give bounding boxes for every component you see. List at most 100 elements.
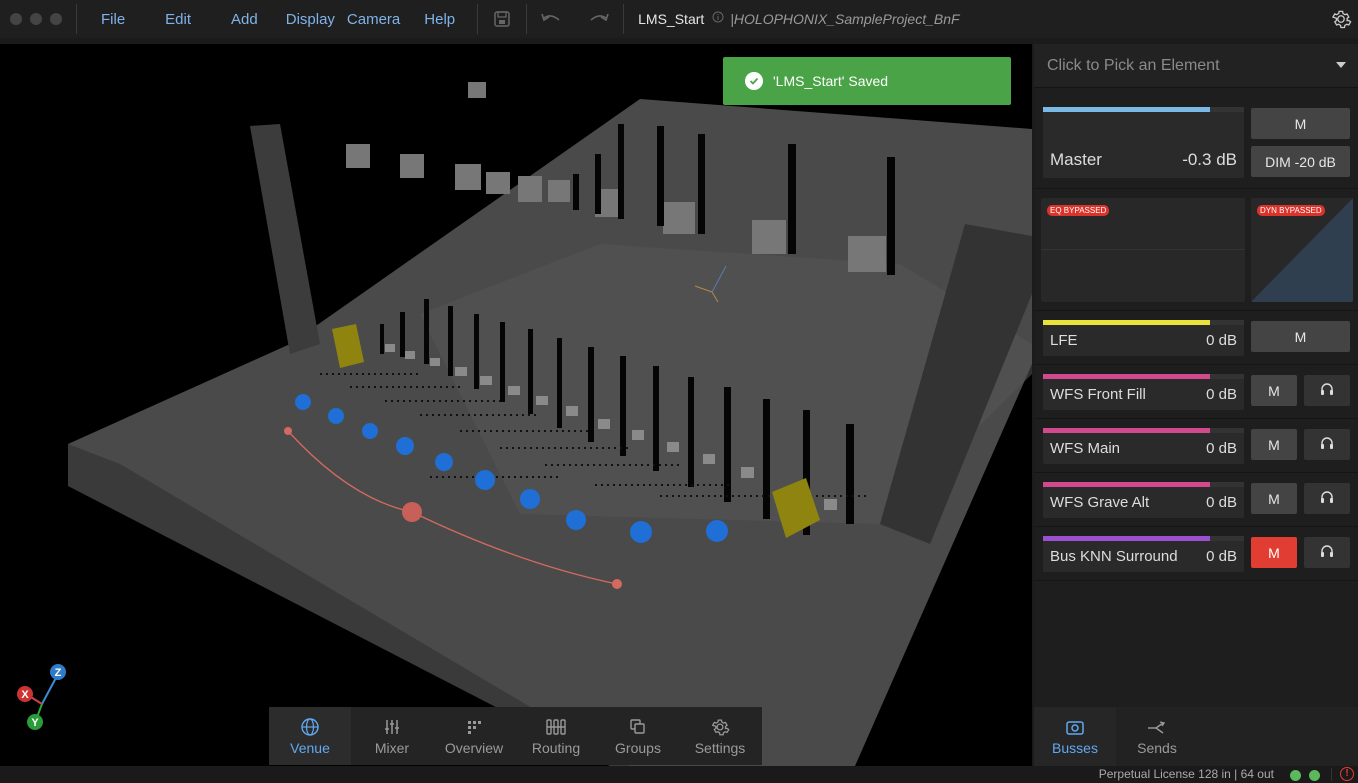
sliders-icon	[383, 716, 401, 738]
caret-down-icon	[1336, 62, 1346, 68]
svg-text:Y: Y	[31, 717, 39, 729]
tab-label: Groups	[615, 740, 661, 756]
bus-mute-button[interactable]: M	[1251, 537, 1297, 568]
meter-fill	[1043, 482, 1210, 487]
dynamics-display[interactable]: DYN BYPASSED	[1251, 198, 1353, 302]
headphones-solo-button[interactable]	[1304, 375, 1350, 406]
headphones-solo-button[interactable]	[1304, 483, 1350, 514]
bus-meter	[1043, 536, 1244, 541]
tab-mixer[interactable]: Mixer	[351, 707, 433, 765]
trajectory-point[interactable]	[612, 579, 622, 589]
busses-icon	[1065, 718, 1085, 738]
bus-mute-button[interactable]: M	[1251, 321, 1350, 352]
trajectory-point[interactable]	[284, 427, 292, 435]
bus-gain-value: 0 dB	[1206, 332, 1237, 349]
tab-routing[interactable]: Routing	[515, 707, 597, 765]
left-wall	[250, 124, 320, 354]
bus-name: Bus KNN Surround	[1050, 548, 1178, 565]
window-controls	[0, 13, 76, 25]
divider	[623, 4, 625, 34]
settings-gear-icon[interactable]	[1330, 8, 1352, 35]
bus-gain-value: 0 dB	[1206, 494, 1237, 511]
divider	[76, 4, 77, 34]
routing-icon	[545, 716, 567, 738]
tab-overview[interactable]: Overview	[433, 707, 515, 765]
svg-text:X: X	[21, 689, 29, 701]
save-icon[interactable]	[478, 0, 526, 38]
toast-message: 'LMS_Start' Saved	[773, 73, 889, 89]
minimize-window-button[interactable]	[30, 13, 42, 25]
master-strip[interactable]: Master -0.3 dB	[1043, 107, 1244, 178]
meter-fill	[1043, 374, 1210, 379]
globe-icon	[300, 716, 320, 738]
bus-strip[interactable]: Bus KNN Surround 0 dB	[1043, 536, 1244, 572]
meter-fill	[1043, 536, 1210, 541]
tab-label: Settings	[694, 740, 746, 756]
tab-label: Overview	[444, 740, 504, 756]
tab-venue[interactable]: Venue	[269, 707, 351, 765]
menu-file[interactable]: File	[89, 11, 137, 28]
tab-label: Venue	[290, 740, 330, 756]
eq-bypassed-badge: EQ BYPASSED	[1047, 205, 1110, 216]
top-bar: File Edit Add Display Camera Help LMS_St…	[0, 0, 1358, 38]
trajectory-point[interactable]	[402, 502, 422, 522]
venue-scene[interactable]	[0, 44, 1032, 766]
bus-meter	[1043, 320, 1244, 325]
divider	[1034, 418, 1358, 419]
tab-settings[interactable]: Settings	[679, 707, 761, 765]
sends-icon	[1146, 718, 1168, 738]
bus-strip[interactable]: WFS Front Fill 0 dB	[1043, 374, 1244, 410]
redo-icon[interactable]	[575, 0, 623, 38]
headphones-icon	[1320, 436, 1334, 453]
dim-button[interactable]: DIM -20 dB	[1251, 146, 1350, 177]
tab-groups[interactable]: Groups	[597, 707, 679, 765]
bus-name: WFS Grave Alt	[1050, 494, 1150, 511]
overview-icon	[465, 716, 483, 738]
tab-label: Mixer	[374, 740, 410, 756]
bus-mute-button[interactable]: M	[1251, 429, 1297, 460]
license-info: Perpetual License 128 in | 64 out	[1098, 767, 1274, 781]
document-title: LMS_Start	[638, 11, 705, 27]
error-alert-icon[interactable]: !	[1340, 767, 1354, 781]
project-name: |HOLOPHONIX_SampleProject_BnF	[730, 11, 960, 27]
busses-panel: Click to Pick an Element Master -0.3 dB …	[1034, 44, 1358, 766]
dyn-bypassed-badge: DYN BYPASSED	[1257, 205, 1325, 216]
meter-fill	[1043, 320, 1210, 325]
venue-3d-viewport[interactable]: 'LMS_Start' Saved Z X Y Venue Mixer Over…	[0, 44, 1032, 766]
eq-display[interactable]: EQ BYPASSED	[1041, 198, 1245, 302]
headphones-solo-button[interactable]	[1304, 429, 1350, 460]
bus-mute-button[interactable]: M	[1251, 375, 1297, 406]
menu-edit[interactable]: Edit	[153, 11, 203, 28]
divider	[1034, 472, 1358, 473]
tab-sends[interactable]: Sends	[1116, 707, 1198, 766]
element-picker-dropdown[interactable]: Click to Pick an Element	[1034, 44, 1358, 88]
svg-text:Z: Z	[55, 667, 62, 679]
panel-tab-bar: Busses Sends	[1034, 707, 1358, 766]
status-bar: Perpetual License 128 in | 64 out !	[0, 766, 1358, 783]
bus-strip[interactable]: LFE 0 dB	[1043, 320, 1244, 356]
master-meter	[1043, 107, 1244, 112]
close-window-button[interactable]	[10, 13, 22, 25]
info-icon[interactable]	[712, 10, 724, 28]
tab-busses[interactable]: Busses	[1034, 707, 1116, 766]
headphones-solo-button[interactable]	[1304, 537, 1350, 568]
view-tab-bar: Venue Mixer Overview Routing Groups Sett…	[269, 707, 762, 765]
gear-icon	[710, 716, 730, 738]
menu-add[interactable]: Add	[219, 11, 270, 28]
status-dot-green	[1309, 770, 1320, 781]
divider	[1034, 188, 1358, 189]
menu-help[interactable]: Help	[412, 11, 467, 28]
undo-icon[interactable]	[527, 0, 575, 38]
headphones-icon	[1320, 544, 1334, 561]
bus-strip[interactable]: WFS Main 0 dB	[1043, 428, 1244, 464]
master-label: Master	[1050, 150, 1102, 169]
bus-mute-button[interactable]: M	[1251, 483, 1297, 514]
meter-fill	[1043, 107, 1210, 112]
bus-gain-value: 0 dB	[1206, 386, 1237, 403]
menu-camera[interactable]: Camera	[335, 11, 412, 28]
master-mute-button[interactable]: M	[1251, 108, 1350, 139]
maximize-window-button[interactable]	[50, 13, 62, 25]
bus-name: WFS Front Fill	[1050, 386, 1146, 403]
bus-strip[interactable]: WFS Grave Alt 0 dB	[1043, 482, 1244, 518]
divider	[1034, 580, 1358, 581]
